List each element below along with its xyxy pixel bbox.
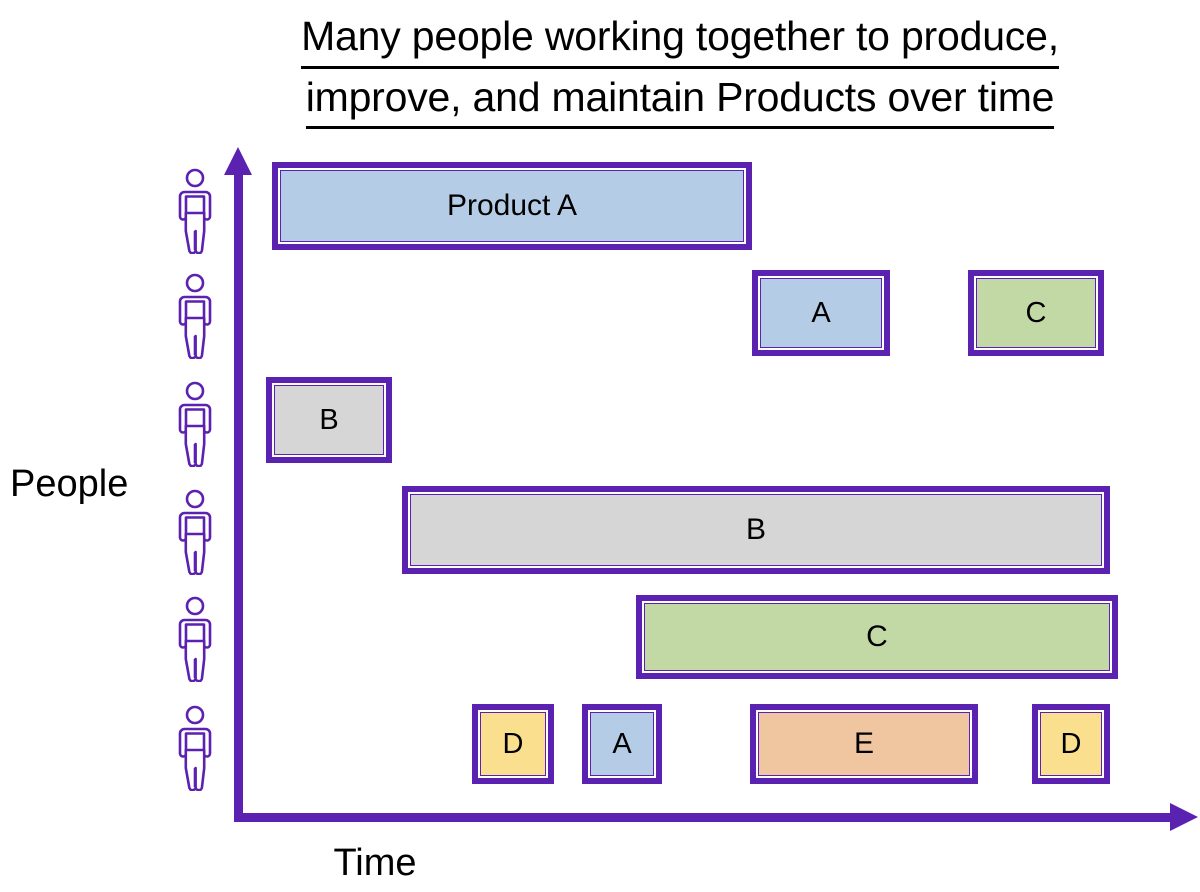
- gantt-bar-label: C: [976, 278, 1096, 348]
- gantt-bar-d-row6[interactable]: D: [1032, 704, 1110, 784]
- y-axis-label: People: [10, 463, 129, 505]
- x-axis-label: Time: [0, 842, 1200, 885]
- gantt-bar-label: C: [644, 603, 1110, 671]
- gantt-bar-c-row2[interactable]: C: [968, 270, 1104, 356]
- gantt-bar-label: A: [590, 712, 654, 776]
- page-title: Many people working together to produce,…: [190, 8, 1170, 130]
- person-icon-row-5: [176, 596, 214, 682]
- gantt-bar-c-row5[interactable]: C: [636, 595, 1118, 679]
- y-axis-arrowhead-icon: [224, 147, 252, 175]
- gantt-bar-b-row4[interactable]: B: [402, 486, 1110, 574]
- gantt-bar-label: D: [1040, 712, 1102, 776]
- person-icon-row-1: [176, 168, 214, 254]
- y-axis-line: [234, 172, 243, 822]
- gantt-bar-a-row2[interactable]: A: [752, 270, 890, 356]
- gantt-bar-label: D: [480, 712, 546, 776]
- gantt-bar-label: E: [758, 712, 970, 776]
- gantt-bar-label: Product A: [280, 170, 744, 242]
- gantt-bar-label: B: [410, 494, 1102, 566]
- page-title-line-2: improve, and maintain Products over time: [305, 69, 1054, 130]
- x-axis-arrowhead-icon: [1170, 803, 1198, 831]
- gantt-bar-label: A: [760, 278, 882, 348]
- gantt-bar-d-row6[interactable]: D: [472, 704, 554, 784]
- x-axis-line: [234, 813, 1184, 822]
- gantt-bar-label: B: [274, 385, 384, 455]
- person-icon-row-6: [176, 705, 214, 791]
- gantt-bar-product-a-row1[interactable]: Product A: [272, 162, 752, 250]
- gantt-bar-e-row6[interactable]: E: [750, 704, 978, 784]
- person-icon-row-2: [176, 273, 214, 359]
- slide-canvas: Many people working together to produce,…: [0, 0, 1200, 892]
- person-icon-row-3: [176, 381, 214, 467]
- x-axis-label-text: Time: [333, 842, 417, 884]
- person-icon-row-4: [176, 489, 214, 575]
- gantt-bar-a-row6[interactable]: A: [582, 704, 662, 784]
- gantt-bar-b-row3[interactable]: B: [266, 377, 392, 463]
- page-title-line-1: Many people working together to produce,: [301, 8, 1059, 69]
